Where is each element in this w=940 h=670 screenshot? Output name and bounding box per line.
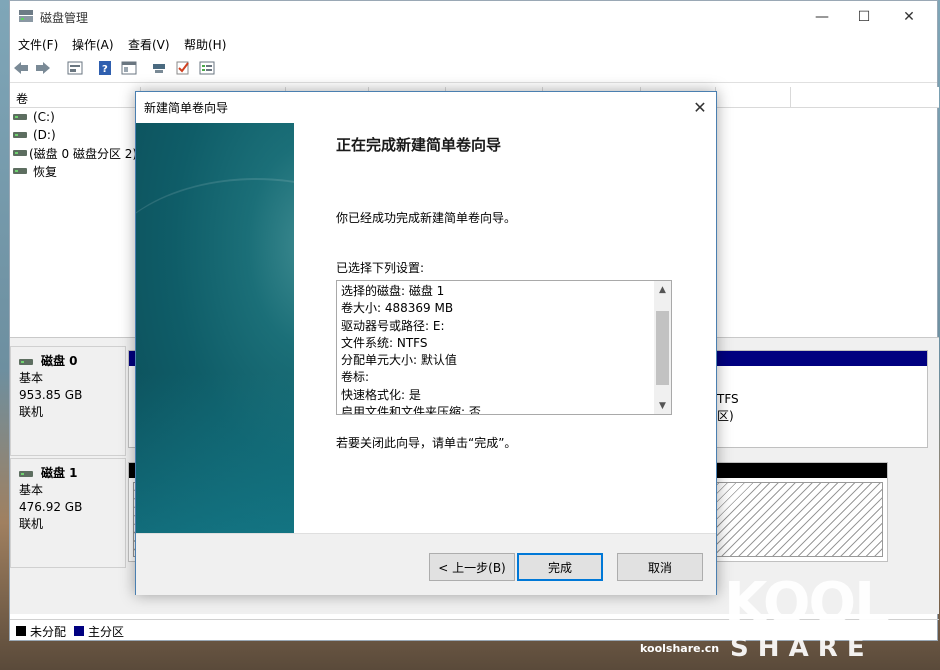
disk-list-icon[interactable] (198, 59, 216, 77)
finish-button[interactable]: 完成 (517, 553, 603, 581)
watermark-site: koolshare.cn (640, 642, 720, 655)
drive-icon (13, 114, 27, 120)
wizard-heading: 正在完成新建简单卷向导 (336, 136, 502, 154)
close-button[interactable]: ✕ (886, 1, 932, 32)
primary-swatch (74, 626, 85, 636)
volume-row[interactable]: (D:) (13, 126, 56, 144)
banner-glow (136, 373, 294, 533)
settings-lines: 选择的磁盘: 磁盘 1 卷大小: 488369 MB 驱动器号或路径: E: 文… (341, 283, 651, 415)
volume-row[interactable]: (磁盘 0 磁盘分区 2) (13, 144, 137, 162)
back-arrow-icon[interactable] (12, 59, 30, 77)
setting-line: 分配单元大小: 默认值 (341, 353, 457, 368)
disk-type: 基本 (19, 371, 44, 385)
drive-icon (13, 132, 27, 138)
close-icon: ✕ (693, 97, 707, 117)
settings-scrollbar[interactable]: ▲ ▼ (654, 281, 671, 414)
column-header-volume[interactable]: 卷 (16, 90, 28, 107)
disk-1-label[interactable]: 磁盘 1 基本 476.92 GB 联机 (10, 458, 126, 568)
disk-name: 磁盘 1 (19, 465, 117, 482)
disk-status: 联机 (19, 517, 44, 531)
toolbar: ? (10, 54, 937, 83)
setting-line: 启用文件和文件夹压缩: 否 (341, 405, 481, 415)
setting-line: 快速格式化: 是 (341, 387, 421, 402)
menu-action[interactable]: 操作(A) (72, 36, 114, 53)
minimize-icon: — (815, 8, 829, 25)
dialog-button-area: < 上一步(B) 完成 取消 (136, 533, 716, 595)
scroll-up-icon[interactable]: ▲ (654, 281, 671, 298)
setting-line: 文件系统: NTFS (341, 335, 428, 350)
menu-file[interactable]: 文件(F) (18, 36, 58, 53)
wizard-message: 你已经成功完成新建简单卷向导。 (336, 211, 517, 225)
wizard-banner (136, 123, 294, 533)
volume-name: (磁盘 0 磁盘分区 2) (29, 146, 138, 161)
disk-icon (19, 470, 33, 477)
dialog-close-button[interactable]: ✕ (684, 92, 716, 122)
menu-help[interactable]: 帮助(H) (184, 36, 226, 53)
setting-line: 卷标: (341, 370, 370, 385)
drive-icon (13, 168, 27, 174)
properties-icon[interactable] (66, 59, 84, 77)
volume-row[interactable]: 恢复 (13, 162, 57, 180)
svg-text:?: ? (102, 64, 108, 75)
banner-arc (136, 178, 294, 380)
setting-line: 选择的磁盘: 磁盘 1 (341, 284, 445, 298)
legend-unallocated: 未分配 (30, 624, 67, 639)
koolshare-logo: KOOL S H A R E (724, 571, 891, 663)
disk-size: 476.92 GB (19, 500, 83, 514)
close-hint: 若要关闭此向导，请单击“完成”。 (336, 436, 517, 450)
cancel-button[interactable]: 取消 (617, 553, 703, 581)
volume-name: (C:) (33, 110, 55, 124)
disk-icon (19, 358, 33, 365)
volume-name: 恢复 (33, 164, 58, 179)
logo-bottom-text: S H A R E (730, 633, 865, 663)
disk-status: 联机 (19, 405, 44, 419)
minimize-button[interactable]: — (799, 1, 845, 32)
column-separator[interactable] (790, 87, 791, 107)
menu-view[interactable]: 查看(V) (128, 36, 170, 53)
maximize-button[interactable]: ☐ (841, 1, 887, 32)
drive-icon (13, 150, 27, 156)
setting-line: 驱动器号或路径: E: (341, 318, 445, 333)
new-simple-volume-wizard: 新建简单卷向导 ✕ 正在完成新建简单卷向导 你已经成功完成新建简单卷向导。 已选… (135, 91, 717, 595)
legend-primary: 主分区 (88, 624, 125, 639)
settings-textbox[interactable]: 选择的磁盘: 磁盘 1 卷大小: 488369 MB 驱动器号或路径: E: 文… (336, 280, 672, 415)
forward-arrow-icon[interactable] (34, 59, 52, 77)
menu-bar: 文件(F) 操作(A) 查看(V) 帮助(H) (10, 32, 937, 54)
back-button[interactable]: < 上一步(B) (429, 553, 515, 581)
disk-size: 953.85 GB (19, 388, 83, 402)
logo-top-text: KOOL (724, 571, 889, 636)
title-bar: 磁盘管理 — ☐ ✕ (10, 1, 937, 32)
partition-info: TFS 区) (717, 392, 739, 423)
settings-label: 已选择下列设置: (336, 261, 425, 275)
check-icon[interactable] (174, 59, 192, 77)
scroll-thumb[interactable] (656, 311, 669, 385)
connect-icon[interactable] (150, 59, 168, 77)
close-icon: ✕ (903, 8, 915, 25)
disk-management-icon (19, 10, 33, 22)
volume-row[interactable]: (C:) (13, 108, 55, 126)
window-title: 磁盘管理 (40, 11, 89, 25)
maximize-icon: ☐ (857, 8, 871, 25)
volume-name: (D:) (33, 128, 56, 142)
disk-name: 磁盘 0 (19, 353, 117, 370)
scroll-down-icon[interactable]: ▼ (654, 397, 671, 414)
view-icon[interactable] (120, 59, 138, 77)
disk-0-label[interactable]: 磁盘 0 基本 953.85 GB 联机 (10, 346, 126, 456)
dialog-title: 新建简单卷向导 (144, 101, 229, 115)
unallocated-swatch (16, 626, 26, 636)
help-icon[interactable]: ? (96, 59, 114, 77)
setting-line: 卷大小: 488369 MB (341, 301, 454, 316)
disk-type: 基本 (19, 483, 44, 497)
